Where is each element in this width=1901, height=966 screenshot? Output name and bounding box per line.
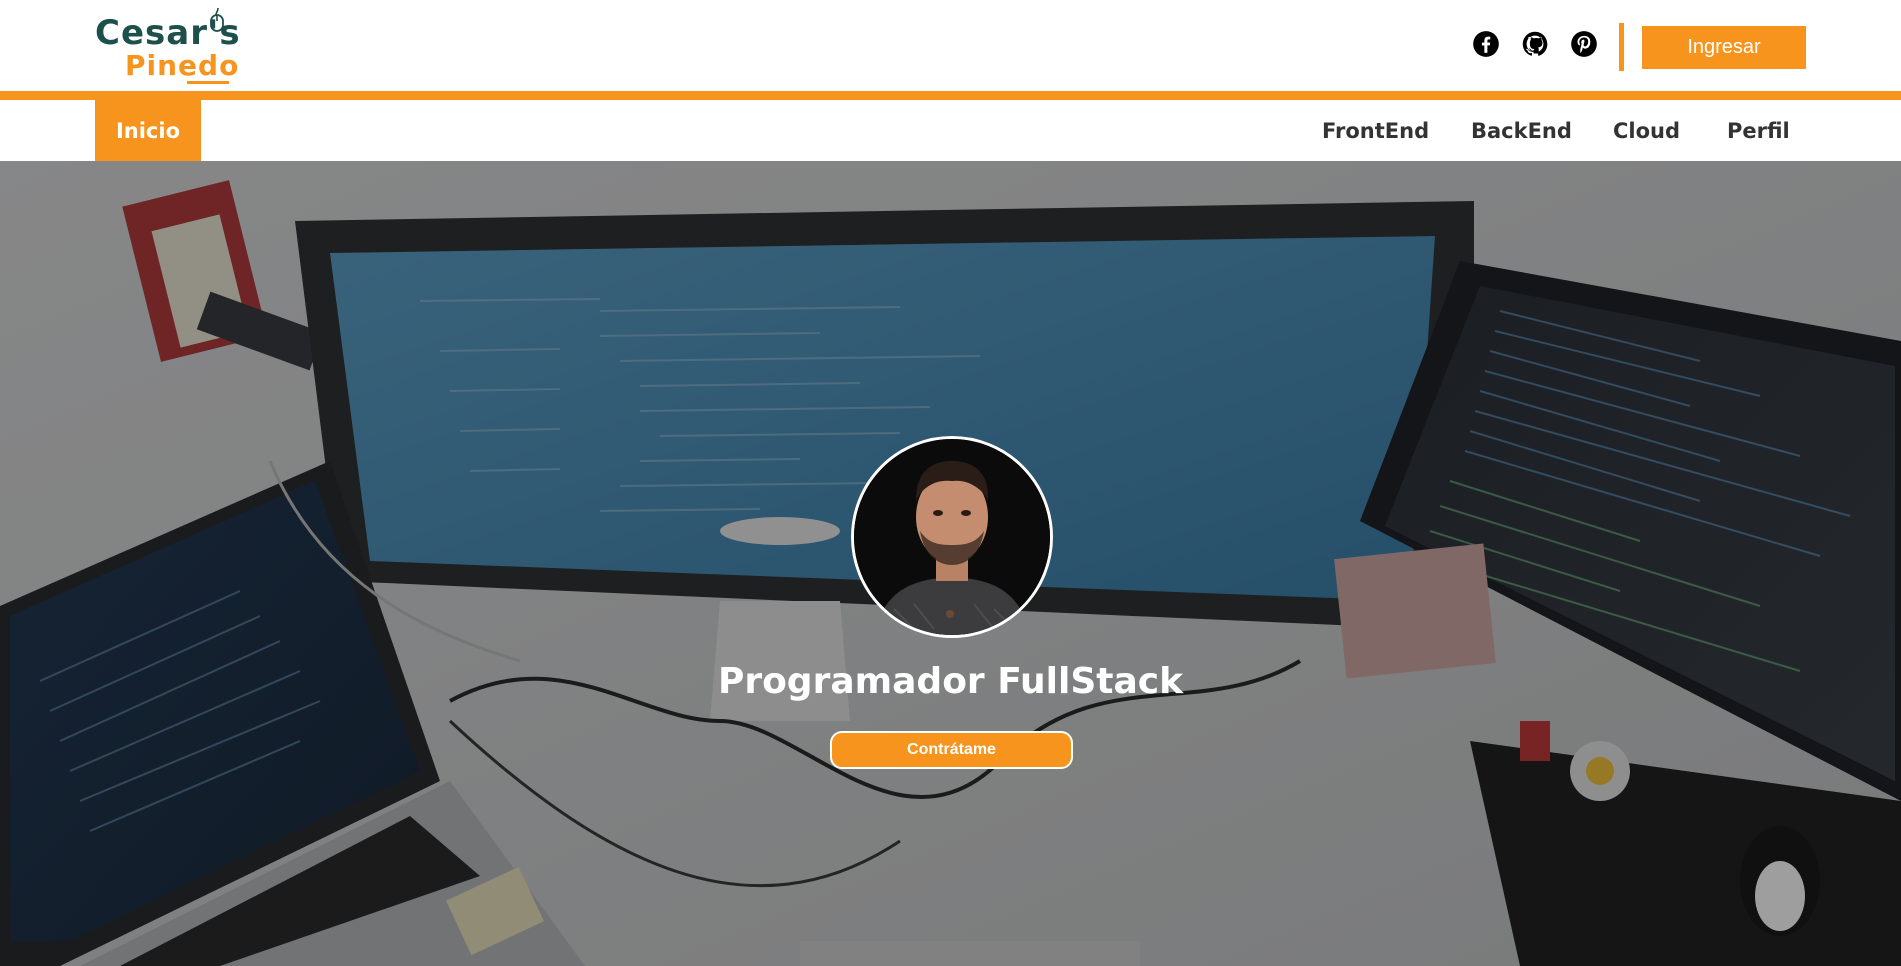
logo-text-bottom: Pinedo — [125, 49, 240, 82]
main-nav: Inicio FrontEnd BackEnd Cloud Perfil — [0, 100, 1901, 161]
login-button[interactable]: Ingresar — [1642, 26, 1806, 69]
nav-item-backend[interactable]: BackEnd — [1471, 100, 1572, 161]
github-icon[interactable] — [1521, 30, 1549, 58]
header-accent-bar — [0, 91, 1901, 100]
header-divider — [1619, 23, 1624, 71]
logo-underline — [187, 81, 229, 84]
hire-me-button[interactable]: Contrátame — [830, 731, 1073, 769]
nav-item-perfil[interactable]: Perfil — [1727, 100, 1790, 161]
logo-text-top: Cesar's — [95, 13, 241, 53]
hero-section: Programador FullStack Contrátame — [0, 161, 1901, 966]
facebook-icon[interactable] — [1472, 30, 1500, 58]
profile-avatar — [851, 436, 1053, 638]
top-header: Cesar's Pinedo Ingresar — [0, 0, 1901, 91]
pinterest-icon[interactable] — [1570, 30, 1598, 58]
nav-item-frontend[interactable]: FrontEnd — [1322, 100, 1429, 161]
profile-photo — [854, 439, 1050, 635]
nav-item-cloud[interactable]: Cloud — [1613, 100, 1680, 161]
hero-title: Programador FullStack — [717, 661, 1184, 702]
site-logo[interactable]: Cesar's Pinedo — [95, 6, 245, 84]
nav-item-inicio[interactable]: Inicio — [95, 100, 201, 161]
